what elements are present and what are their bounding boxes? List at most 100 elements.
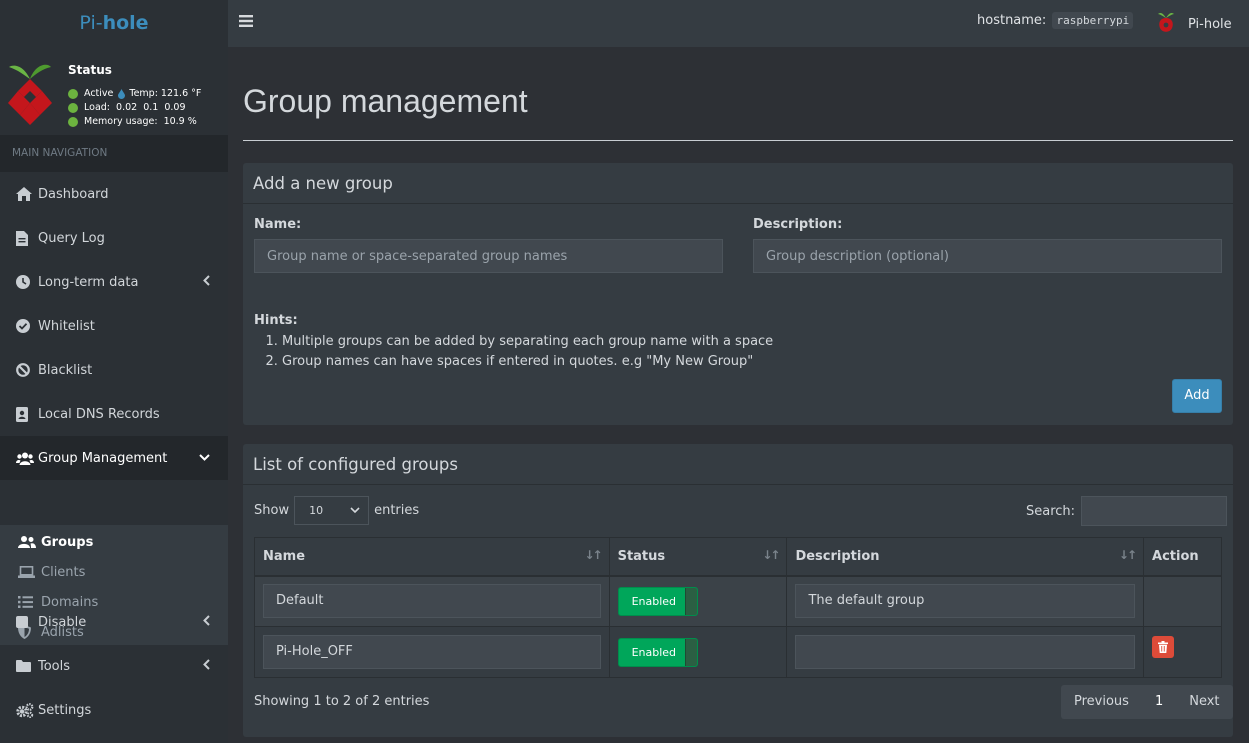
sidebar-item-local-dns-records[interactable]: Local DNS Records xyxy=(0,392,228,436)
status-temp: Temp: 121.6 °F xyxy=(129,88,202,99)
chevron-left-icon xyxy=(203,275,210,289)
name-label: Name: xyxy=(254,217,302,232)
show-label: Show xyxy=(254,503,290,518)
droplet-icon xyxy=(118,88,126,99)
column-header-description[interactable]: Description ↓↑ xyxy=(786,537,1145,577)
main-content: Group management Add a new group Name: D… xyxy=(228,47,1249,743)
group-list-box: List of configured groups Show 10 entrie… xyxy=(243,444,1233,737)
sidebar-item-dashboard[interactable]: Dashboard xyxy=(0,172,228,216)
sidebar-item-label: Tools xyxy=(38,658,71,674)
column-header-status[interactable]: Status ↓↑ xyxy=(608,537,788,577)
next-page-button[interactable]: Next xyxy=(1176,685,1232,719)
column-header-label: Description xyxy=(795,548,880,564)
status-toggle[interactable]: Enabled xyxy=(617,586,698,616)
user-label: Pi-hole xyxy=(1188,16,1232,32)
folder-icon xyxy=(16,660,38,672)
status-load-line: Load: 0.02 0.1 0.09 xyxy=(68,102,186,113)
pihole-logo-icon xyxy=(6,57,54,131)
cell-status: Enabled xyxy=(608,626,788,678)
app-logo[interactable]: Pi-hole xyxy=(0,0,228,47)
file-icon xyxy=(16,230,38,246)
sidebar-item-label: Dashboard xyxy=(38,186,109,202)
column-header-label: Name xyxy=(263,548,306,564)
sidebar-item-blacklist[interactable]: Blacklist xyxy=(0,348,228,392)
title-divider xyxy=(243,140,1233,141)
add-button[interactable]: Add xyxy=(1172,379,1222,413)
sidebar-item-group-management[interactable]: Group Management xyxy=(0,436,228,480)
sidebar-item-long-term-data[interactable]: Long-term data xyxy=(0,260,228,304)
sidebar-item-tools[interactable]: Tools xyxy=(0,644,228,688)
group-description-field[interactable]: The default group xyxy=(795,584,1136,619)
sidebar-item-disable[interactable]: Disable xyxy=(0,600,228,644)
table-search: Search: xyxy=(1026,496,1228,526)
column-header-label: Status xyxy=(617,548,666,564)
cell-name: Pi-Hole_OFF xyxy=(254,626,610,678)
sidebar-toggle-icon[interactable] xyxy=(239,12,259,34)
status-load: Load: 0.02 0.1 0.09 xyxy=(84,102,186,113)
sidebar-item-settings[interactable]: Settings xyxy=(0,688,228,732)
sort-icon: ↓↑ xyxy=(762,548,780,562)
sidebar-item-label: Query Log xyxy=(38,230,105,246)
user-menu[interactable]: Pi-hole xyxy=(1156,10,1232,38)
submenu-item-label: Clients xyxy=(41,564,86,580)
nav-header: MAIN NAVIGATION xyxy=(0,135,228,172)
cell-description: The default group xyxy=(786,575,1145,627)
page-title: Group management xyxy=(243,83,528,119)
submenu-item-clients[interactable]: Clients xyxy=(0,557,228,587)
status-dot-icon xyxy=(68,88,78,99)
top-navbar: Pi-hole hostname: raspberrypi Pi-hole xyxy=(0,0,1249,47)
logo-prefix: Pi- xyxy=(79,12,103,34)
group-description-input[interactable] xyxy=(753,239,1222,273)
status-title: Status xyxy=(68,63,112,77)
sidebar-item-whitelist[interactable]: Whitelist xyxy=(0,304,228,348)
sidebar-item-label: Blacklist xyxy=(38,362,93,378)
sort-icon: ↓↑ xyxy=(584,548,602,562)
toggle-label: Enabled xyxy=(631,645,677,659)
hint-item: Group names can have spaces if entered i… xyxy=(282,352,773,372)
chevron-left-icon xyxy=(203,615,210,629)
status-active-line: Active Temp: 121.6 °F xyxy=(68,88,201,99)
group-name-input[interactable] xyxy=(254,239,723,273)
user-friends-icon xyxy=(18,536,41,548)
sort-icon: ↓↑ xyxy=(1118,548,1137,562)
check-circle-icon xyxy=(16,319,38,333)
search-input[interactable] xyxy=(1081,496,1228,526)
cell-status: Enabled xyxy=(608,575,788,627)
cogs-icon xyxy=(16,702,38,718)
hints-block: Hints: Multiple groups can be added by s… xyxy=(254,313,773,372)
laptop-icon xyxy=(18,566,41,578)
group-list-header: List of configured groups xyxy=(243,444,1233,485)
cell-action xyxy=(1143,626,1222,678)
status-dot-icon xyxy=(68,102,78,113)
address-book-icon xyxy=(16,406,38,422)
pagination: Previous 1 Next xyxy=(1061,685,1233,719)
stop-icon xyxy=(16,616,38,628)
chevron-down-icon xyxy=(199,451,210,464)
toggle-knob xyxy=(684,638,697,666)
table-info: Showing 1 to 2 of 2 entries xyxy=(254,694,430,709)
raspberry-logo-icon xyxy=(1156,9,1176,39)
sidebar-item-label: Long-term data xyxy=(38,274,139,290)
status-memory-line: Memory usage: 10.9 % xyxy=(68,116,197,127)
submenu-item-groups[interactable]: Groups xyxy=(0,527,228,557)
search-label: Search: xyxy=(1026,503,1076,519)
column-header-name[interactable]: Name ↓↑ xyxy=(254,537,610,577)
group-name-field[interactable]: Pi-Hole_OFF xyxy=(263,635,601,669)
sidebar-item-query-log[interactable]: Query Log xyxy=(0,216,228,260)
group-description-field[interactable] xyxy=(795,635,1136,669)
cell-description xyxy=(786,626,1145,678)
sidebar-item-label: Settings xyxy=(38,702,92,718)
current-page-button[interactable]: 1 xyxy=(1142,685,1176,719)
delete-button[interactable] xyxy=(1152,636,1175,658)
page-length-select[interactable]: 10 xyxy=(294,496,370,525)
status-toggle[interactable]: Enabled xyxy=(617,637,698,667)
toggle-knob xyxy=(684,587,697,615)
chevron-down-icon xyxy=(350,497,360,534)
previous-page-button[interactable]: Previous xyxy=(1061,685,1142,719)
sidebar: Status Active Temp: 121.6 °F Load: 0.02 … xyxy=(0,47,228,743)
cell-name: Default xyxy=(254,575,610,627)
group-name-field[interactable]: Default xyxy=(263,584,601,619)
logo-strong: hole xyxy=(102,12,149,34)
ban-icon xyxy=(16,363,38,377)
cell-action xyxy=(1143,575,1222,627)
